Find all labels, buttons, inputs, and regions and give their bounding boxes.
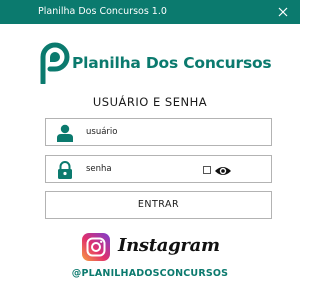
username-field[interactable]: usuário bbox=[45, 118, 272, 146]
login-heading: USUÁRIO E SENHA bbox=[92, 95, 208, 109]
instagram-link[interactable]: Instagram bbox=[82, 231, 222, 263]
username-value: usuário bbox=[86, 127, 118, 137]
title-bar[interactable]: Planilha Dos Concursos 1.0 bbox=[0, 0, 300, 24]
p-logo-icon bbox=[38, 42, 72, 86]
brand-header: Planilha Dos Concursos bbox=[38, 42, 272, 86]
eye-icon[interactable] bbox=[214, 163, 232, 177]
password-field[interactable]: senha bbox=[45, 155, 272, 183]
instagram-handle[interactable]: @PLANILHADOSCONCURSOS bbox=[0, 267, 300, 281]
instagram-icon bbox=[82, 233, 110, 261]
login-window: Planilha Dos Concursos 1.0 Planilha Dos … bbox=[0, 0, 300, 300]
password-value: senha bbox=[86, 164, 112, 174]
user-icon bbox=[56, 124, 74, 142]
instagram-wordmark: Instagram bbox=[118, 235, 220, 256]
brand-name: Planilha Dos Concursos bbox=[72, 54, 272, 72]
close-icon[interactable] bbox=[266, 0, 300, 24]
enter-button[interactable]: ENTRAR bbox=[45, 191, 272, 219]
show-password-checkbox[interactable] bbox=[203, 166, 211, 174]
lock-icon bbox=[56, 161, 74, 179]
window-title: Planilha Dos Concursos 1.0 bbox=[38, 6, 167, 17]
